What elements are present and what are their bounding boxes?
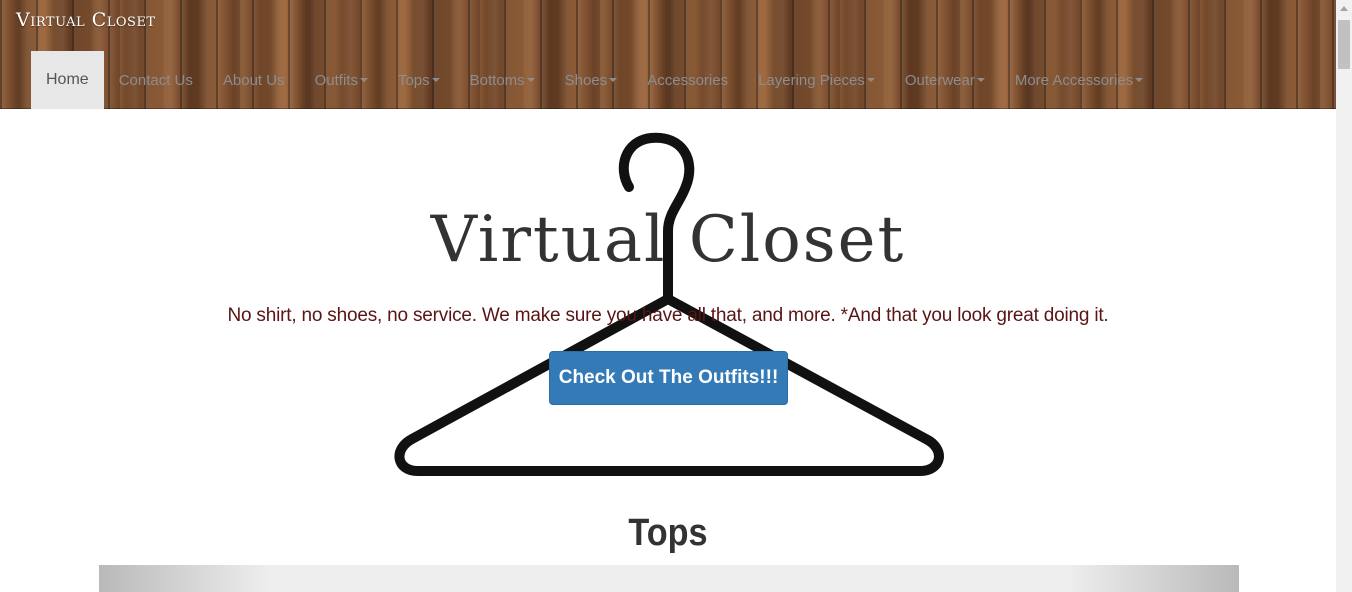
tops-carousel[interactable] xyxy=(99,565,1239,592)
nav-item-more-accessories[interactable]: More Accessories xyxy=(1000,51,1158,109)
nav-item-bottoms[interactable]: Bottoms xyxy=(455,51,550,109)
scroll-up-arrow-icon[interactable] xyxy=(1340,6,1348,11)
nav-item-layering-pieces[interactable]: Layering Pieces xyxy=(743,51,890,109)
nav-item-label: Contact Us xyxy=(118,71,193,89)
check-out-outfits-button[interactable]: Check Out The Outfits!!! xyxy=(549,351,788,405)
nav-item-tops[interactable]: Tops xyxy=(383,51,455,109)
nav-item-about-us[interactable]: About Us xyxy=(208,51,300,109)
scrollbar-thumb[interactable] xyxy=(1338,20,1350,69)
nav-item-label: Outerwear xyxy=(904,71,975,89)
nav-item-shoes[interactable]: Shoes xyxy=(550,51,633,109)
nav-item-outfits[interactable]: Outfits xyxy=(300,51,383,109)
nav-item-label: About Us xyxy=(222,71,285,89)
nav-item-outerwear[interactable]: Outerwear xyxy=(890,51,1000,109)
nav-item-label: Bottoms xyxy=(469,71,525,89)
hero-title: Virtual Closet xyxy=(430,203,906,277)
caret-down-icon xyxy=(866,78,875,82)
caret-down-icon xyxy=(976,78,985,82)
nav-item-label: Tops xyxy=(397,71,430,89)
caret-down-icon xyxy=(359,78,368,82)
section-heading-tops: Tops xyxy=(628,512,708,554)
nav-item-label: Shoes xyxy=(564,71,608,89)
caret-down-icon xyxy=(431,78,440,82)
nav-menu: Home Contact Us About Us Outfits Tops Bo… xyxy=(31,51,1158,109)
brand-logo[interactable]: Virtual Closet xyxy=(16,9,156,31)
vertical-scrollbar[interactable] xyxy=(1336,0,1352,592)
nav-item-label: Layering Pieces xyxy=(758,71,865,89)
page: Virtual Closet Home Contact Us About Us … xyxy=(0,0,1352,592)
nav-item-label: More Accessories xyxy=(1014,71,1134,89)
caret-down-icon xyxy=(526,78,535,82)
navbar: Virtual Closet Home Contact Us About Us … xyxy=(0,0,1336,109)
nav-item-label: Outfits xyxy=(314,71,358,89)
nav-item-contact-us[interactable]: Contact Us xyxy=(104,51,208,109)
nav-item-home[interactable]: Home xyxy=(31,51,104,109)
nav-item-label: Home xyxy=(46,71,89,88)
caret-down-icon xyxy=(1135,78,1144,82)
hero-tagline: No shirt, no shoes, no service. We make … xyxy=(227,305,1109,326)
nav-item-label: Accessories xyxy=(647,71,729,89)
caret-down-icon xyxy=(609,78,618,82)
nav-item-accessories[interactable]: Accessories xyxy=(632,51,743,109)
